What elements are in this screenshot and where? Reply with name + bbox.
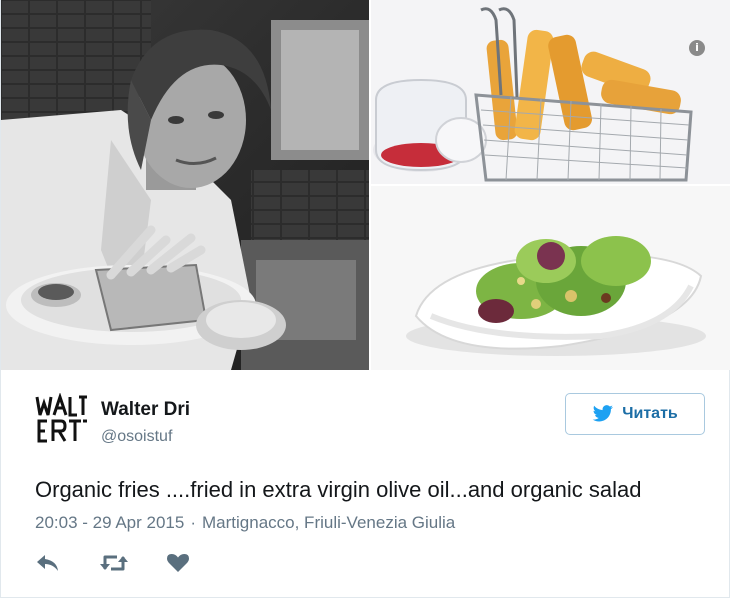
photo-chef[interactable] [1,0,369,370]
info-icon[interactable]: i [689,40,705,56]
meta-separator: · [190,513,197,532]
follow-button[interactable]: Читать [565,393,705,435]
avatar[interactable] [35,393,87,445]
tweet-actions [35,553,189,573]
media-grid: i [1,0,730,370]
user-handle[interactable]: @osoistuf [101,428,172,446]
tweet-body: Walter Dri @osoistuf Читать Organic frie… [1,371,729,597]
follow-button-label: Читать [622,405,678,422]
photo-fries[interactable]: i [371,0,730,184]
reply-icon[interactable] [35,553,61,573]
tweet-meta: 20:03 - 29 Apr 2015 · Martignacco, Friuli-… [35,513,455,533]
tweet-location[interactable]: Martignacco, Friuli-Venezia Giulia [202,513,455,532]
photo-salad[interactable] [371,186,730,370]
tweet-timestamp[interactable]: 20:03 - 29 Apr 2015 [35,513,184,532]
user-name[interactable]: Walter Dri [101,399,190,421]
retweet-icon[interactable] [99,553,129,573]
tweet-text: Organic fries ....fried in extra virgin … [35,477,642,502]
like-icon[interactable] [167,553,189,573]
tweet-card: i Walter Dri @osoistuf Читать Organic fr… [0,0,730,598]
twitter-bird-icon [592,405,614,422]
